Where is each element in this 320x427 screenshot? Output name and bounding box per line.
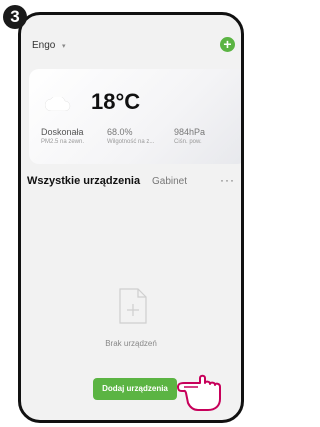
cloud-icon: [45, 97, 71, 111]
plus-icon[interactable]: +: [220, 37, 235, 52]
pointing-hand-icon: [177, 374, 221, 411]
document-plus-icon: [119, 288, 147, 324]
stat-air-quality: Doskonała PM2.5 na zewn.: [41, 127, 84, 145]
weather-card: 18°C Doskonała PM2.5 na zewn. 68.0% Wilg…: [29, 69, 241, 164]
step-number-badge: 3: [3, 5, 27, 29]
stat-value: 984hPa: [174, 127, 206, 137]
tutorial-step-image: 3 Engo ▾ + 18°C Doskonała PM2.5 na zewn.…: [0, 0, 251, 427]
empty-state-text: Brak urządzeń: [105, 339, 157, 348]
temperature-value: 18°C: [91, 89, 141, 114]
tab-all-devices[interactable]: Wszystkie urządzenia: [27, 175, 140, 187]
home-selector[interactable]: Engo: [32, 40, 55, 51]
app-screen: Engo ▾ + 18°C Doskonała PM2.5 na zewn. 6…: [21, 15, 241, 420]
stat-pressure: 984hPa Ciśn. pow.: [174, 127, 205, 145]
stat-label: Ciśn. pow.: [174, 139, 202, 145]
add-device-button[interactable]: Dodaj urządzenia: [93, 378, 177, 400]
room-tabs: Wszystkie urządzenia Gabinet ···: [21, 173, 241, 191]
more-icon[interactable]: ···: [220, 173, 235, 187]
stat-value: 68.0%: [107, 127, 133, 137]
stat-humidity: 68.0% Wilgotność na z...: [107, 127, 154, 145]
stat-label: PM2.5 na zewn.: [41, 139, 85, 145]
stat-value: Doskonała: [41, 127, 84, 137]
tab-gabinet[interactable]: Gabinet: [152, 176, 187, 187]
phone-frame: Engo ▾ + 18°C Doskonała PM2.5 na zewn. 6…: [18, 12, 244, 423]
chevron-down-icon[interactable]: ▾: [62, 42, 66, 50]
stat-label: Wilgotność na z...: [107, 139, 155, 145]
top-bar: Engo ▾ +: [21, 15, 241, 55]
